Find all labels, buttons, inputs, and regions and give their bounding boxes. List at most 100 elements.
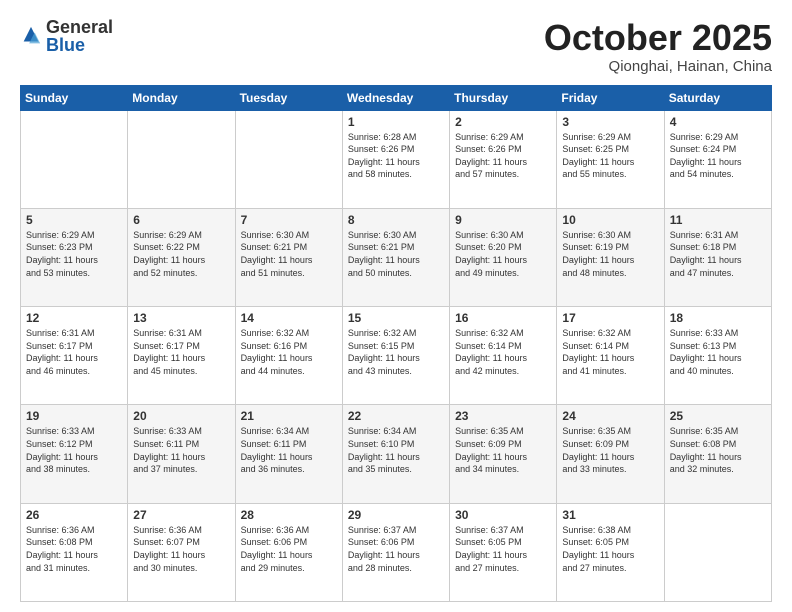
location: Qionghai, Hainan, China (544, 58, 772, 75)
day-number: 4 (670, 115, 766, 129)
week-row-3: 19Sunrise: 6:33 AM Sunset: 6:12 PM Dayli… (21, 405, 772, 503)
calendar-cell: 28 Sunrise: 6:36 AM Sunset: 6:06 PM Dayli… (235, 503, 342, 601)
calendar-cell: 23Sunrise: 6:35 AM Sunset: 6:09 PM Dayli… (450, 405, 557, 503)
logo: General Blue (20, 18, 113, 54)
calendar-cell: 19Sunrise: 6:33 AM Sunset: 6:12 PM Dayli… (21, 405, 128, 503)
day-info: Sunrise: 6:38 AM Sunset: 6:05 PM Dayligh… (562, 524, 658, 574)
calendar-cell: 13Sunrise: 6:31 AM Sunset: 6:17 PM Dayli… (128, 307, 235, 405)
day-info: Sunrise: 6:32 AM Sunset: 6:16 PM Dayligh… (241, 327, 337, 377)
day-info: Sunrise: 6:32 AM Sunset: 6:14 PM Dayligh… (455, 327, 551, 377)
calendar-cell: 25 Sunrise: 6:35 AM Sunset: 6:08 PM Dayli… (664, 405, 771, 503)
logo-general: General (46, 18, 113, 36)
day-info: Sunrise: 6:30 AM Sunset: 6:19 PM Dayligh… (562, 229, 658, 279)
day-info: Sunrise: 6:31 AM Sunset: 6:17 PM Dayligh… (26, 327, 122, 377)
day-number: 22 (348, 409, 444, 423)
day-info: Sunrise: 6:35 AM Sunset: 6:09 PM Dayligh… (562, 425, 658, 475)
day-number: 19 (26, 409, 122, 423)
calendar-cell: 3 Sunrise: 6:29 AM Sunset: 6:25 PM Daylig… (557, 110, 664, 208)
page: General Blue October 2025 Qionghai, Hain… (0, 0, 792, 612)
calendar-cell (664, 503, 771, 601)
day-number: 7 (241, 213, 337, 227)
day-number: 13 (133, 311, 229, 325)
weekday-header-saturday: Saturday (664, 85, 771, 110)
calendar-cell: 10 Sunrise: 6:30 AM Sunset: 6:19 PM Dayli… (557, 208, 664, 306)
day-number: 12 (26, 311, 122, 325)
calendar-cell: 21 Sunrise: 6:34 AM Sunset: 6:11 PM Dayli… (235, 405, 342, 503)
header: General Blue October 2025 Qionghai, Hain… (20, 18, 772, 75)
weekday-header-row: SundayMondayTuesdayWednesdayThursdayFrid… (21, 85, 772, 110)
day-info: Sunrise: 6:29 AM Sunset: 6:25 PM Dayligh… (562, 131, 658, 181)
day-info: Sunrise: 6:30 AM Sunset: 6:21 PM Dayligh… (241, 229, 337, 279)
day-number: 25 (670, 409, 766, 423)
day-info: Sunrise: 6:28 AM Sunset: 6:26 PM Dayligh… (348, 131, 444, 181)
day-info: Sunrise: 6:29 AM Sunset: 6:26 PM Dayligh… (455, 131, 551, 181)
day-number: 14 (241, 311, 337, 325)
day-info: Sunrise: 6:36 AM Sunset: 6:08 PM Dayligh… (26, 524, 122, 574)
day-number: 17 (562, 311, 658, 325)
calendar-cell: 12 Sunrise: 6:31 AM Sunset: 6:17 PM Dayli… (21, 307, 128, 405)
day-info: Sunrise: 6:29 AM Sunset: 6:24 PM Dayligh… (670, 131, 766, 181)
calendar-cell: 30 Sunrise: 6:37 AM Sunset: 6:05 PM Dayli… (450, 503, 557, 601)
calendar-cell: 16 Sunrise: 6:32 AM Sunset: 6:14 PM Dayli… (450, 307, 557, 405)
day-number: 28 (241, 508, 337, 522)
day-info: Sunrise: 6:32 AM Sunset: 6:15 PM Dayligh… (348, 327, 444, 377)
weekday-header-thursday: Thursday (450, 85, 557, 110)
day-number: 31 (562, 508, 658, 522)
day-number: 15 (348, 311, 444, 325)
calendar-cell: 4 Sunrise: 6:29 AM Sunset: 6:24 PM Daylig… (664, 110, 771, 208)
calendar-cell: 14 Sunrise: 6:32 AM Sunset: 6:16 PM Dayli… (235, 307, 342, 405)
day-number: 21 (241, 409, 337, 423)
day-info: Sunrise: 6:34 AM Sunset: 6:11 PM Dayligh… (241, 425, 337, 475)
calendar-cell: 27Sunrise: 6:36 AM Sunset: 6:07 PM Dayli… (128, 503, 235, 601)
day-number: 27 (133, 508, 229, 522)
day-info: Sunrise: 6:33 AM Sunset: 6:11 PM Dayligh… (133, 425, 229, 475)
day-number: 16 (455, 311, 551, 325)
day-number: 10 (562, 213, 658, 227)
calendar-cell: 9 Sunrise: 6:30 AM Sunset: 6:20 PM Daylig… (450, 208, 557, 306)
day-number: 11 (670, 213, 766, 227)
day-info: Sunrise: 6:29 AM Sunset: 6:22 PM Dayligh… (133, 229, 229, 279)
calendar-cell: 7 Sunrise: 6:30 AM Sunset: 6:21 PM Daylig… (235, 208, 342, 306)
day-number: 24 (562, 409, 658, 423)
logo-icon (20, 25, 42, 47)
week-row-0: 1 Sunrise: 6:28 AM Sunset: 6:26 PM Daylig… (21, 110, 772, 208)
day-number: 6 (133, 213, 229, 227)
day-info: Sunrise: 6:36 AM Sunset: 6:06 PM Dayligh… (241, 524, 337, 574)
week-row-4: 26Sunrise: 6:36 AM Sunset: 6:08 PM Dayli… (21, 503, 772, 601)
day-number: 18 (670, 311, 766, 325)
day-number: 9 (455, 213, 551, 227)
calendar-cell: 31 Sunrise: 6:38 AM Sunset: 6:05 PM Dayli… (557, 503, 664, 601)
week-row-1: 5 Sunrise: 6:29 AM Sunset: 6:23 PM Daylig… (21, 208, 772, 306)
day-info: Sunrise: 6:32 AM Sunset: 6:14 PM Dayligh… (562, 327, 658, 377)
day-info: Sunrise: 6:35 AM Sunset: 6:09 PM Dayligh… (455, 425, 551, 475)
week-row-2: 12 Sunrise: 6:31 AM Sunset: 6:17 PM Dayli… (21, 307, 772, 405)
day-info: Sunrise: 6:30 AM Sunset: 6:21 PM Dayligh… (348, 229, 444, 279)
logo-blue: Blue (46, 36, 113, 54)
calendar-cell (21, 110, 128, 208)
title-block: October 2025 Qionghai, Hainan, China (544, 18, 772, 75)
calendar: SundayMondayTuesdayWednesdayThursdayFrid… (20, 85, 772, 602)
day-info: Sunrise: 6:30 AM Sunset: 6:20 PM Dayligh… (455, 229, 551, 279)
day-info: Sunrise: 6:29 AM Sunset: 6:23 PM Dayligh… (26, 229, 122, 279)
day-info: Sunrise: 6:31 AM Sunset: 6:18 PM Dayligh… (670, 229, 766, 279)
calendar-cell: 1 Sunrise: 6:28 AM Sunset: 6:26 PM Daylig… (342, 110, 449, 208)
calendar-cell: 18 Sunrise: 6:33 AM Sunset: 6:13 PM Dayli… (664, 307, 771, 405)
day-number: 3 (562, 115, 658, 129)
weekday-header-sunday: Sunday (21, 85, 128, 110)
day-number: 8 (348, 213, 444, 227)
calendar-cell: 5 Sunrise: 6:29 AM Sunset: 6:23 PM Daylig… (21, 208, 128, 306)
day-number: 1 (348, 115, 444, 129)
day-info: Sunrise: 6:34 AM Sunset: 6:10 PM Dayligh… (348, 425, 444, 475)
day-number: 5 (26, 213, 122, 227)
calendar-cell: 24 Sunrise: 6:35 AM Sunset: 6:09 PM Dayli… (557, 405, 664, 503)
calendar-cell: 6 Sunrise: 6:29 AM Sunset: 6:22 PM Daylig… (128, 208, 235, 306)
day-number: 30 (455, 508, 551, 522)
day-info: Sunrise: 6:35 AM Sunset: 6:08 PM Dayligh… (670, 425, 766, 475)
day-info: Sunrise: 6:33 AM Sunset: 6:13 PM Dayligh… (670, 327, 766, 377)
day-info: Sunrise: 6:37 AM Sunset: 6:05 PM Dayligh… (455, 524, 551, 574)
weekday-header-tuesday: Tuesday (235, 85, 342, 110)
weekday-header-wednesday: Wednesday (342, 85, 449, 110)
calendar-cell: 2Sunrise: 6:29 AM Sunset: 6:26 PM Daylig… (450, 110, 557, 208)
calendar-cell: 17 Sunrise: 6:32 AM Sunset: 6:14 PM Dayli… (557, 307, 664, 405)
calendar-cell: 15 Sunrise: 6:32 AM Sunset: 6:15 PM Dayli… (342, 307, 449, 405)
